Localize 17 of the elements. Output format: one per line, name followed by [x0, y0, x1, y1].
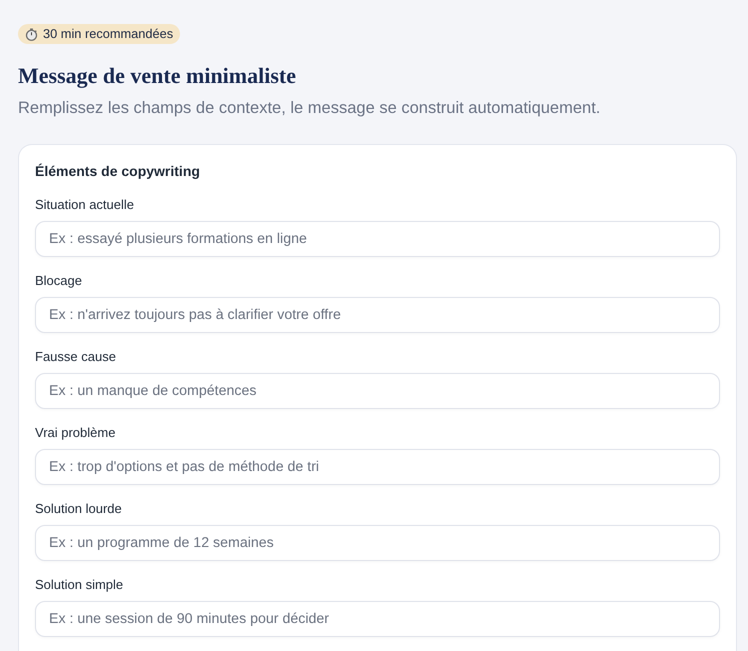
field-label: Fausse cause — [35, 348, 117, 364]
field-label: Vrai problème — [35, 424, 116, 440]
text-input[interactable]: Ex : une session de 90 minutes pour décider — [35, 600, 720, 636]
text-input[interactable]: Ex : un programme de 12 semaines — [35, 524, 720, 560]
field-label: Blocage — [35, 272, 83, 288]
text-input[interactable]: Ex : n'arrivez toujours pas à clarifier votre offre — [35, 296, 720, 332]
badge-text: 30 min recommandées — [43, 28, 174, 40]
field-label: Situation actuelle — [35, 196, 136, 212]
stopwatch-icon — [25, 28, 38, 40]
page-subtitle: Remplissez les champs de contexte, le message se construit automatiquement. — [18, 98, 602, 118]
page-title: Message de vente minimaliste — [18, 62, 297, 90]
text-input[interactable]: Ex : trop d'options et pas de méthode de tri — [35, 448, 720, 484]
text-input[interactable]: Ex : un manque de compétences — [35, 372, 720, 408]
card-title: Éléments de copywriting — [35, 162, 201, 180]
field-label: Solution simple — [35, 576, 124, 592]
text-input[interactable]: Ex : essayé plusieurs formations en ligne — [35, 220, 720, 256]
field-label: Solution lourde — [35, 500, 123, 516]
